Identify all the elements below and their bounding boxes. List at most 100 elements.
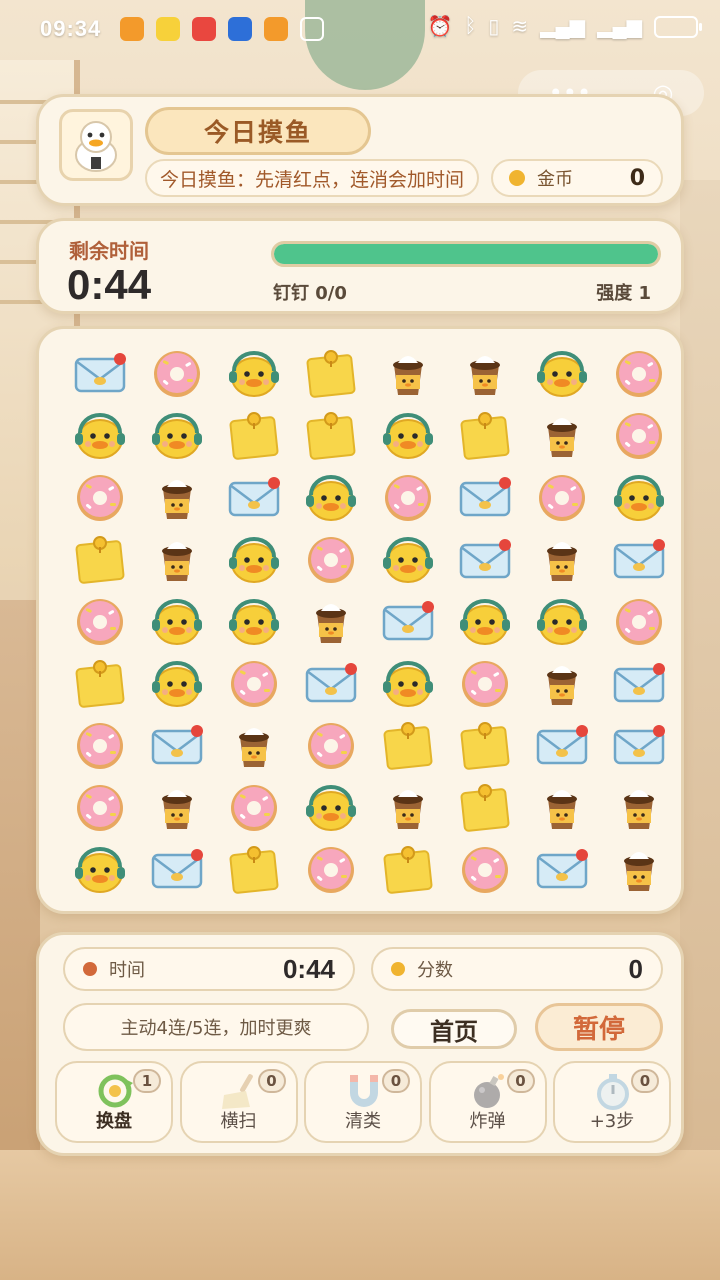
board-tile[interactable] (600, 653, 677, 715)
tool-shuffle[interactable]: 1 换盘 (55, 1061, 173, 1143)
tool-sweep[interactable]: 0 横扫 (179, 1061, 298, 1143)
donut-icon (615, 599, 662, 645)
alarm-icon: ⏰ (427, 16, 453, 38)
tool-extra-steps[interactable]: 0 +3步 (553, 1061, 671, 1143)
board-tile[interactable] (138, 467, 215, 529)
board-tile[interactable] (600, 715, 677, 777)
donut-icon (307, 537, 354, 583)
board-tile[interactable] (600, 529, 677, 591)
board-tile[interactable] (61, 777, 138, 839)
board-tile[interactable] (138, 529, 215, 591)
note-icon (460, 412, 509, 460)
board-tile[interactable] (600, 467, 677, 529)
board-tile[interactable] (215, 777, 292, 839)
board-tile[interactable] (523, 343, 600, 405)
board-tile[interactable] (138, 343, 215, 405)
board-tile[interactable] (523, 467, 600, 529)
envelope-icon (613, 539, 665, 579)
board-tile[interactable] (61, 591, 138, 653)
board-tile[interactable] (446, 467, 523, 529)
background-floor (0, 1150, 720, 1280)
app-notification-icon (120, 17, 144, 41)
board-tile[interactable] (369, 653, 446, 715)
board-tile[interactable] (215, 715, 292, 777)
duck-icon (74, 847, 125, 893)
board-tile[interactable] (292, 591, 369, 653)
board-tile[interactable] (138, 839, 215, 901)
app-notification-icon (264, 17, 288, 41)
note-icon (229, 412, 278, 460)
board-tile[interactable] (523, 653, 600, 715)
board-tile[interactable] (292, 653, 369, 715)
board-tile[interactable] (446, 839, 523, 901)
board-tile[interactable] (215, 839, 292, 901)
board-tile[interactable] (369, 839, 446, 901)
duck-icon (228, 599, 279, 645)
board-tile[interactable] (61, 343, 138, 405)
home-button[interactable]: 首页 (391, 1009, 517, 1049)
board-tile[interactable] (523, 529, 600, 591)
header-panel: 今日摸鱼 今日摸鱼：先清红点，连消会加时间 金币 0 (36, 94, 684, 206)
dingding-counter: 钉钉 0/0 (273, 283, 347, 304)
board-tile[interactable] (523, 715, 600, 777)
board-tile[interactable] (369, 343, 446, 405)
board-tile[interactable] (369, 715, 446, 777)
board-tile[interactable] (292, 777, 369, 839)
tool-clear-type[interactable]: 0 清类 (304, 1061, 422, 1143)
donut-icon (230, 661, 277, 707)
coin-counter: 金币 0 (491, 159, 663, 197)
board-tile[interactable] (61, 839, 138, 901)
score-stat-value: 0 (628, 953, 643, 984)
board-tile[interactable] (292, 715, 369, 777)
tool-bomb[interactable]: 0 炸弹 (428, 1061, 547, 1143)
coffee-icon (238, 728, 269, 767)
board-tile[interactable] (369, 777, 446, 839)
board-tile[interactable] (292, 467, 369, 529)
pause-button[interactable]: 暂停 (535, 1003, 663, 1051)
board-tile[interactable] (215, 467, 292, 529)
board-tile[interactable] (600, 343, 677, 405)
board-tile[interactable] (446, 715, 523, 777)
board-tile[interactable] (61, 653, 138, 715)
board-tile[interactable] (138, 653, 215, 715)
board-tile[interactable] (138, 777, 215, 839)
board-tile[interactable] (446, 405, 523, 467)
board-tile[interactable] (215, 405, 292, 467)
board-tile[interactable] (600, 777, 677, 839)
board-tile[interactable] (292, 343, 369, 405)
board-tile[interactable] (600, 405, 677, 467)
board-tile[interactable] (369, 467, 446, 529)
board-tile[interactable] (523, 405, 600, 467)
board-tile[interactable] (138, 405, 215, 467)
board-tile[interactable] (138, 715, 215, 777)
board-tile[interactable] (292, 839, 369, 901)
board-tile[interactable] (292, 529, 369, 591)
board-tile[interactable] (215, 529, 292, 591)
board-tile[interactable] (61, 715, 138, 777)
envelope-icon (228, 477, 280, 517)
board-tile[interactable] (446, 653, 523, 715)
board-tile[interactable] (61, 405, 138, 467)
avatar[interactable] (59, 109, 133, 181)
board-tile[interactable] (61, 467, 138, 529)
board-tile[interactable] (369, 405, 446, 467)
board-tile[interactable] (523, 591, 600, 653)
donut-icon (76, 475, 123, 521)
board-tile[interactable] (446, 343, 523, 405)
board-tile[interactable] (215, 653, 292, 715)
board-tile[interactable] (446, 529, 523, 591)
board-tile[interactable] (523, 839, 600, 901)
board-tile[interactable] (369, 591, 446, 653)
board-tile[interactable] (600, 839, 677, 901)
board-tile[interactable] (61, 529, 138, 591)
board-tile[interactable] (523, 777, 600, 839)
duck-avatar-icon (75, 121, 117, 172)
board-tile[interactable] (446, 777, 523, 839)
board-tile[interactable] (215, 591, 292, 653)
board-tile[interactable] (369, 529, 446, 591)
board-tile[interactable] (292, 405, 369, 467)
board-tile[interactable] (600, 591, 677, 653)
board-tile[interactable] (138, 591, 215, 653)
board-tile[interactable] (446, 591, 523, 653)
board-tile[interactable] (215, 343, 292, 405)
